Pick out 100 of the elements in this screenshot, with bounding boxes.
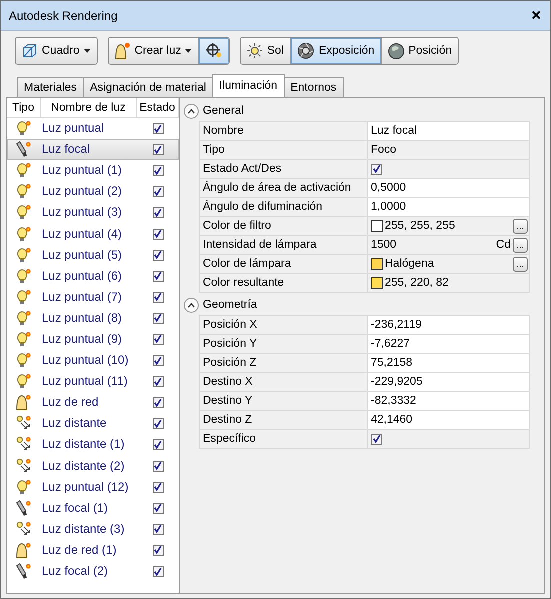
checkbox[interactable] xyxy=(152,482,164,493)
checkbox[interactable] xyxy=(152,228,164,240)
checkbox[interactable] xyxy=(152,397,164,408)
light-name: Luz puntual (6) xyxy=(41,268,122,284)
light-name: Luz puntual (1) xyxy=(41,163,122,178)
column-header[interactable]: Nombre de luz xyxy=(41,98,137,117)
checkbox[interactable] xyxy=(152,566,164,578)
flashlight-icon xyxy=(16,500,32,517)
checkbox[interactable] xyxy=(152,250,164,261)
web-light-icon xyxy=(114,42,131,60)
light-row[interactable]: Luz puntual (3) xyxy=(7,202,179,224)
collapse-button[interactable] xyxy=(184,104,199,118)
light-name: Luz focal xyxy=(41,142,90,158)
value-field[interactable]: -236,2119 xyxy=(368,316,529,334)
column-header[interactable]: Estado xyxy=(137,98,179,117)
tab[interactable]: Asignación de material xyxy=(83,77,214,97)
close-button[interactable]: ✕ xyxy=(531,8,542,23)
checkbox[interactable] xyxy=(152,207,164,218)
checkbox[interactable] xyxy=(152,524,164,535)
tab[interactable]: Iluminación xyxy=(212,74,285,97)
light-name: Luz puntual (12) xyxy=(41,480,129,495)
sun-icon xyxy=(247,43,264,59)
value-field[interactable]: -229,9205 xyxy=(368,373,529,391)
value-field[interactable]: Luz focal xyxy=(368,122,529,140)
checkbox[interactable] xyxy=(152,165,164,176)
checkbox[interactable] xyxy=(152,502,164,514)
light-row[interactable]: Luz de red (1) xyxy=(7,540,179,561)
checkbox[interactable] xyxy=(152,376,164,388)
light-bulb-icon xyxy=(16,288,32,306)
toolbar-button[interactable]: Posición xyxy=(382,38,458,64)
light-name: Luz puntual (11) xyxy=(41,374,128,390)
checkbox[interactable] xyxy=(152,144,164,156)
checkbox[interactable] xyxy=(152,355,164,366)
value-field[interactable]: -82,3332 xyxy=(368,392,529,410)
browse-button[interactable]: ... xyxy=(513,256,528,272)
property-label: Ángulo de área de activación xyxy=(200,179,368,197)
light-row[interactable]: Luz distante xyxy=(7,413,179,434)
light-row[interactable]: Luz puntual (8) xyxy=(7,308,179,329)
checkbox[interactable] xyxy=(152,460,164,472)
checkbox[interactable] xyxy=(152,334,164,345)
checkbox[interactable] xyxy=(152,186,164,198)
value-field[interactable]: 0,5000 xyxy=(368,179,529,197)
light-row[interactable]: Luz distante (3) xyxy=(7,518,179,540)
checkbox[interactable] xyxy=(152,544,164,556)
light-row[interactable]: Luz de red xyxy=(7,392,179,414)
light-row[interactable]: Luz puntual (11) xyxy=(7,371,179,392)
light-name: Luz puntual (8) xyxy=(41,310,122,326)
toolbar-button[interactable] xyxy=(199,38,230,64)
light-row[interactable]: Luz distante (1) xyxy=(7,434,179,456)
browse-button[interactable]: ... xyxy=(513,218,528,234)
toolbar-button[interactable]: Crear luz xyxy=(108,38,200,64)
light-name: Luz puntual (4) xyxy=(41,226,122,242)
light-bulb-icon xyxy=(16,330,32,348)
checkbox[interactable] xyxy=(152,439,164,450)
checkbox[interactable] xyxy=(371,164,382,174)
light-name: Luz distante (3) xyxy=(41,522,125,537)
checkbox[interactable] xyxy=(152,418,164,430)
toolbar-button[interactable]: Exposición xyxy=(291,38,382,64)
collapse-button[interactable] xyxy=(184,298,199,312)
light-row[interactable]: Luz focal xyxy=(7,139,179,160)
light-row[interactable]: Luz puntual (9) xyxy=(7,328,179,350)
distant-light-icon xyxy=(16,415,32,432)
light-row[interactable]: Luz puntual (7) xyxy=(7,286,179,308)
property-label: Ángulo de difuminación xyxy=(200,198,368,216)
light-name: Luz puntual (2) xyxy=(41,184,122,200)
value-field[interactable]: 75,2158 xyxy=(368,354,529,372)
light-name: Luz puntual (10) xyxy=(41,353,129,368)
toolbar-button[interactable]: Sol xyxy=(241,38,291,64)
light-name: Luz de red (1) xyxy=(41,542,117,558)
browse-button[interactable]: ... xyxy=(513,238,528,252)
checkbox[interactable] xyxy=(152,292,164,303)
unit-label: Cd xyxy=(496,239,511,251)
light-bulb-icon xyxy=(16,310,32,327)
light-row[interactable]: Luz puntual (1) xyxy=(7,160,179,182)
light-row[interactable]: Luz puntual xyxy=(7,118,179,140)
value-field[interactable]: 42,1460 xyxy=(368,411,529,429)
light-name: Luz puntual (9) xyxy=(41,332,122,347)
value-field[interactable]: 1,0000 xyxy=(368,198,529,216)
tab[interactable]: Entornos xyxy=(284,77,344,97)
value-field[interactable]: -7,6227 xyxy=(368,335,529,353)
checkbox[interactable] xyxy=(152,270,164,282)
light-name: Luz distante (2) xyxy=(41,458,125,474)
checkbox[interactable] xyxy=(371,434,382,444)
column-header[interactable]: Tipo xyxy=(7,98,41,117)
toolbar-button[interactable]: Cuadro xyxy=(16,38,97,64)
checkbox[interactable] xyxy=(152,123,164,134)
light-row[interactable]: Luz puntual (2) xyxy=(7,181,179,202)
section-title: Geometría xyxy=(203,299,258,311)
light-row[interactable]: Luz puntual (12) xyxy=(7,476,179,498)
light-row[interactable]: Luz puntual (10) xyxy=(7,350,179,372)
tab[interactable]: Materiales xyxy=(17,77,84,97)
checkbox[interactable] xyxy=(152,312,164,324)
light-row[interactable]: Luz puntual (5) xyxy=(7,244,179,266)
light-row[interactable]: Luz puntual (4) xyxy=(7,223,179,245)
light-row[interactable]: Luz focal (1) xyxy=(7,498,179,519)
light-bulb-icon xyxy=(16,373,32,390)
light-row[interactable]: Luz focal (2) xyxy=(7,560,179,582)
light-row[interactable]: Luz puntual (6) xyxy=(7,266,179,287)
light-row[interactable]: Luz distante (2) xyxy=(7,456,179,477)
distant-light-icon xyxy=(16,520,32,538)
